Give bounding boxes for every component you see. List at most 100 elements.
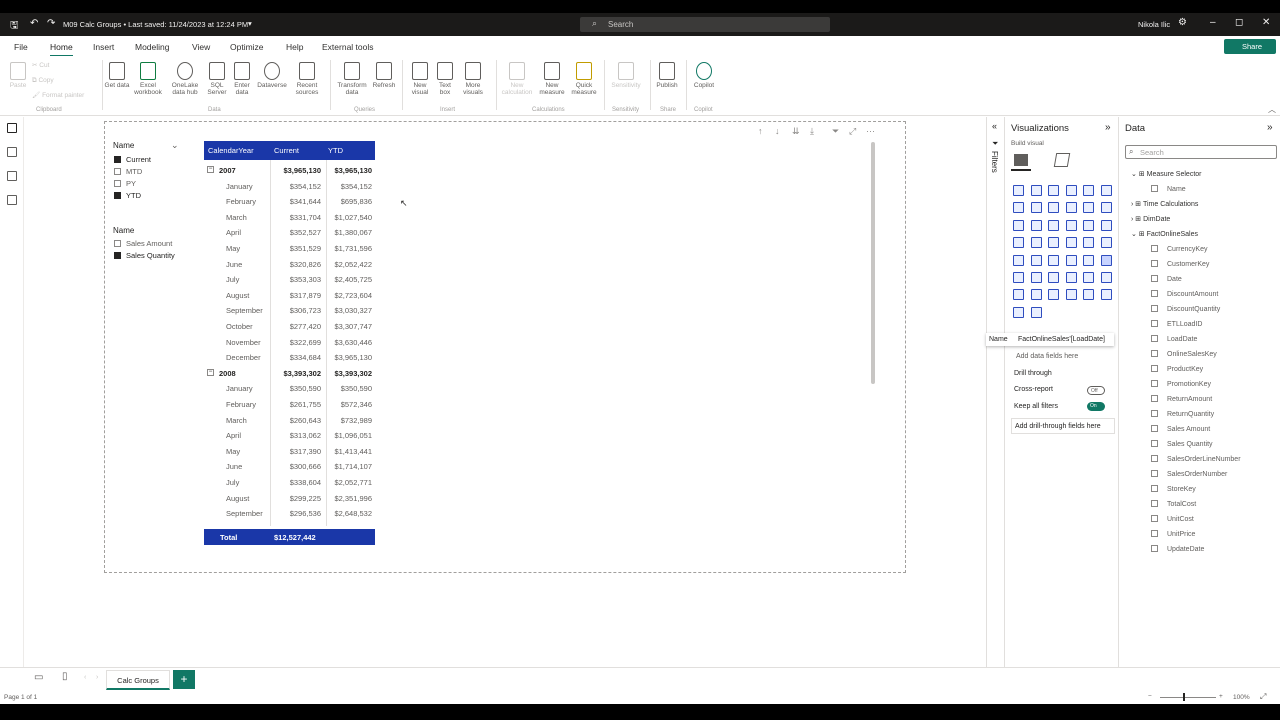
- canvas-scrollbar[interactable]: [871, 142, 875, 384]
- table-visual-icon[interactable]: [1083, 254, 1094, 266]
- paginated-visual-icon[interactable]: [1013, 289, 1024, 301]
- map-visual-icon[interactable]: [1013, 237, 1024, 249]
- collapse-ribbon-icon[interactable]: ︿: [1268, 104, 1276, 115]
- matrix-month-row[interactable]: June $300,666 $1,714,107: [204, 458, 375, 474]
- trophy-visual-icon[interactable]: [1030, 289, 1042, 301]
- dax-query-view-icon[interactable]: [7, 195, 17, 205]
- kpi-visual-icon[interactable]: [1048, 254, 1059, 266]
- refresh-button[interactable]: Refresh: [370, 58, 398, 89]
- get-data-button[interactable]: Get data: [104, 58, 130, 89]
- fit-to-page-icon[interactable]: ⤢: [1260, 692, 1266, 702]
- new-visual-button[interactable]: New visual: [406, 58, 434, 96]
- checkbox[interactable]: [1151, 530, 1158, 537]
- zoom-slider[interactable]: [1160, 697, 1216, 698]
- menu-view[interactable]: View: [192, 42, 210, 52]
- report-view-icon[interactable]: [7, 123, 17, 133]
- checkbox[interactable]: [1151, 470, 1158, 477]
- matrix-month-row[interactable]: February $261,755 $572,346: [204, 396, 375, 412]
- checkbox[interactable]: [1151, 455, 1158, 462]
- matrix-month-row[interactable]: June $320,826 $2,052,422: [204, 256, 375, 272]
- header-calendar-year[interactable]: CalendarYear: [208, 146, 254, 155]
- next-page-icon[interactable]: ›: [96, 674, 98, 681]
- table-node[interactable]: ⌄ ⊞ Measure Selector: [1131, 170, 1201, 178]
- new-calculation-button[interactable]: New calculation: [498, 58, 536, 96]
- table-node[interactable]: › ⊞ DimDate: [1131, 215, 1170, 223]
- azure-map-visual-icon[interactable]: [1048, 237, 1059, 249]
- format-visual-icon[interactable]: [1053, 153, 1071, 167]
- sensitivity-button[interactable]: Sensitivity: [606, 58, 646, 89]
- gauge-visual-icon[interactable]: [1100, 237, 1112, 249]
- user-name[interactable]: Nikola Ilic: [1138, 20, 1170, 29]
- checkbox[interactable]: [1151, 320, 1158, 327]
- matrix-month-row[interactable]: May $351,529 $1,731,596: [204, 240, 375, 256]
- matrix-month-row[interactable]: January $354,152 $354,152: [204, 178, 375, 194]
- copy-button[interactable]: ⧉ Copy: [32, 77, 54, 84]
- matrix-month-row[interactable]: October $277,420 $3,307,747: [204, 318, 375, 334]
- expand-filters-icon[interactable]: «: [992, 121, 997, 131]
- key-influencers-visual-icon[interactable]: [1048, 272, 1059, 283]
- table-view-icon[interactable]: [7, 147, 17, 157]
- matrix-month-row[interactable]: August $299,225 $2,351,996: [204, 490, 375, 506]
- field-item[interactable]: ReturnQuantity: [1151, 410, 1214, 418]
- line-clustered-visual-icon[interactable]: [1083, 202, 1094, 214]
- more-visuals-button[interactable]: More visuals: [456, 58, 490, 96]
- field-item[interactable]: Date: [1151, 275, 1182, 283]
- recent-sources-button[interactable]: Recent sources: [290, 58, 324, 96]
- menu-insert[interactable]: Insert: [93, 42, 114, 52]
- redo-icon[interactable]: ↷: [47, 18, 55, 29]
- table-node[interactable]: › ⊞ Time Calculations: [1131, 200, 1198, 208]
- matrix-month-row[interactable]: December $334,684 $3,965,130: [204, 349, 375, 365]
- matrix-month-row[interactable]: April $313,062 $1,096,051: [204, 427, 375, 443]
- funnel-visual-icon[interactable]: [1030, 219, 1042, 231]
- drill-down-icon[interactable]: ↓: [775, 126, 780, 136]
- matrix-month-row[interactable]: May $317,390 $1,413,441: [204, 443, 375, 459]
- field-item[interactable]: PromotionKey: [1151, 380, 1211, 388]
- menu-optimize[interactable]: Optimize: [230, 42, 264, 52]
- field-item[interactable]: ETLLoadID: [1151, 320, 1202, 328]
- chevron-down-icon[interactable]: ⌄: [1131, 171, 1139, 178]
- checkbox[interactable]: [1151, 365, 1158, 372]
- checkbox[interactable]: [1151, 395, 1158, 402]
- undo-icon[interactable]: ↶: [30, 18, 38, 29]
- slicer-item-py[interactable]: PY: [114, 179, 136, 188]
- field-item[interactable]: Sales Quantity: [1151, 440, 1213, 448]
- ellipsis-visual-icon[interactable]: [1030, 306, 1042, 318]
- checkbox[interactable]: [1151, 515, 1158, 522]
- field-item[interactable]: StoreKey: [1151, 485, 1196, 493]
- field-item[interactable]: OnlineSalesKey: [1151, 350, 1217, 358]
- matrix-month-row[interactable]: March $260,643 $732,989: [204, 412, 375, 428]
- text-box-button[interactable]: Text box: [434, 58, 456, 96]
- area-visual-icon[interactable]: [1030, 202, 1042, 214]
- menu-modeling[interactable]: Modeling: [135, 42, 170, 52]
- card-visual-icon[interactable]: [1013, 254, 1024, 266]
- publish-button[interactable]: Publish: [652, 58, 682, 89]
- format-painter-button[interactable]: 🖌 Format painter: [32, 92, 84, 99]
- field-item[interactable]: ProductKey: [1151, 365, 1203, 373]
- zoom-out-icon[interactable]: −: [1148, 693, 1152, 700]
- onelake-data-hub-button[interactable]: OneLake data hub: [166, 58, 204, 96]
- slicer-visual-icon[interactable]: [1065, 254, 1077, 266]
- cut-button[interactable]: ✂ Cut: [32, 62, 49, 69]
- new-measure-button[interactable]: New measure: [536, 58, 568, 96]
- expand-next-level-icon[interactable]: ⇊: [792, 126, 800, 137]
- minimize-icon[interactable]: –: [1210, 17, 1216, 28]
- waterfall-visual-icon[interactable]: [1013, 219, 1024, 231]
- slicer-item-mtd[interactable]: MTD: [114, 167, 142, 176]
- paste-button[interactable]: Paste: [6, 58, 30, 89]
- zoom-in-icon[interactable]: +: [1219, 693, 1223, 700]
- quick-measure-button[interactable]: Quick measure: [568, 58, 600, 96]
- checkbox[interactable]: [1151, 245, 1158, 252]
- desktop-layout-icon[interactable]: ▭: [34, 672, 43, 683]
- field-item[interactable]: CurrencyKey: [1151, 245, 1207, 253]
- drill-up-icon[interactable]: ↑: [758, 126, 763, 136]
- matrix-month-row[interactable]: July $338,604 $2,052,771: [204, 474, 375, 490]
- scatter-visual-icon[interactable]: [1048, 219, 1059, 231]
- search-box[interactable]: ⌕ Search: [580, 17, 830, 32]
- clustered-column-visual-icon[interactable]: [1065, 185, 1077, 196]
- ribbon-visual-icon[interactable]: [1100, 202, 1112, 214]
- matrix-month-row[interactable]: August $317,879 $2,723,604: [204, 287, 375, 303]
- filters-pane-collapsed[interactable]: « ⏷ Filters: [986, 117, 1004, 667]
- matrix-year-row[interactable]: −2008 $3,393,302 $3,393,302: [204, 365, 375, 381]
- copilot-button[interactable]: Copilot: [688, 58, 720, 89]
- shape-map-visual-icon[interactable]: [1065, 237, 1077, 249]
